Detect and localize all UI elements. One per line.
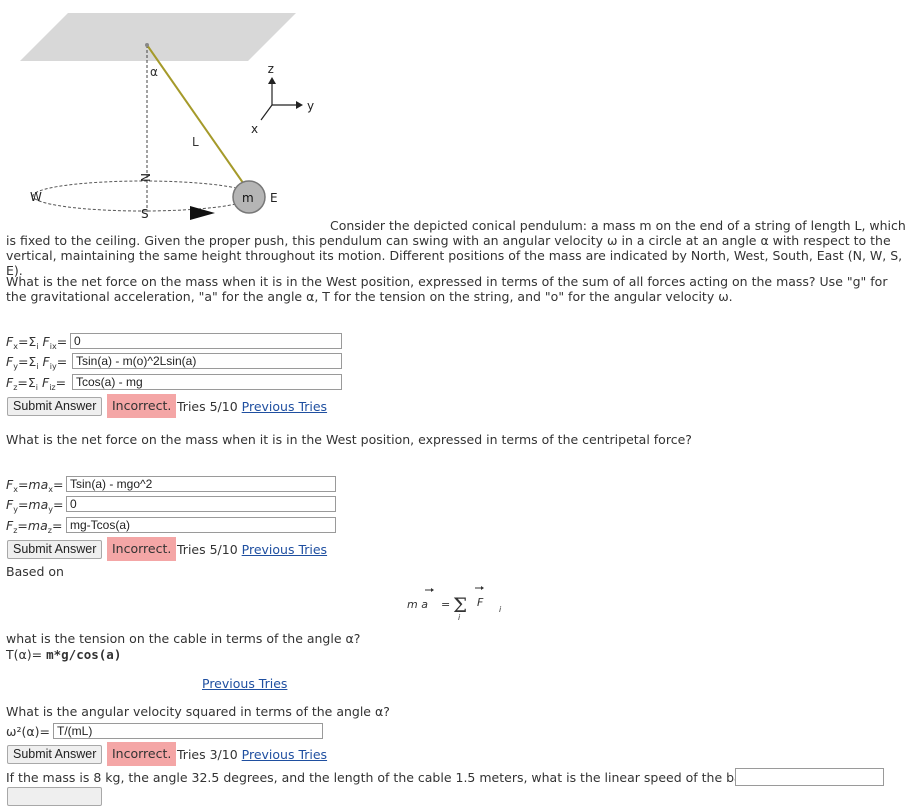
q4-omega-input[interactable]: T/(mL) bbox=[53, 723, 323, 739]
fz-sum-label: Fz=Σi Fiz= bbox=[6, 375, 67, 392]
fx-sum-label: Fx=Σi Fix= bbox=[6, 334, 68, 351]
q1-tries: Tries 5/10 Previous Tries bbox=[177, 399, 327, 414]
fy-ma-label: Fy=may= bbox=[6, 497, 64, 514]
q2-fx-input[interactable]: Tsin(a) - mgo^2 bbox=[66, 476, 336, 492]
q3-answer-line: T(α)= m*g/cos(a) bbox=[6, 647, 121, 662]
q1-submit-button[interactable]: Submit Answer bbox=[7, 397, 103, 416]
q4-submit-button[interactable]: Submit Answer bbox=[7, 745, 103, 764]
q4-prompt: What is the angular velocity squared in … bbox=[6, 704, 390, 719]
svg-text:m a: m a bbox=[407, 598, 428, 611]
svg-text:=: = bbox=[441, 598, 450, 611]
tension-label: T(α)= bbox=[6, 647, 43, 662]
q1-fx-input[interactable]: 0 bbox=[70, 333, 342, 349]
intro-paragraph: Consider the depicted conical pendulum: … bbox=[6, 218, 906, 278]
q1-fz-input[interactable]: Tcos(a) - mg bbox=[72, 374, 342, 390]
q2-fy-input[interactable]: 0 bbox=[66, 496, 336, 512]
q2-tries: Tries 5/10 Previous Tries bbox=[177, 542, 327, 557]
ceiling-plane bbox=[20, 13, 296, 61]
z-axis-arrow bbox=[268, 77, 276, 84]
q2-tries-count: Tries 5/10 bbox=[177, 542, 238, 557]
q1-previous-tries-link[interactable]: Previous Tries bbox=[242, 399, 327, 414]
z-axis-label: z bbox=[268, 63, 274, 77]
q1-incorrect-badge: Incorrect. bbox=[107, 394, 177, 418]
north-label: N bbox=[138, 173, 152, 182]
x-axis-line bbox=[260, 104, 273, 121]
q4-tries: Tries 3/10 Previous Tries bbox=[177, 747, 327, 762]
svg-text:i: i bbox=[499, 605, 502, 614]
pivot-point bbox=[145, 43, 149, 47]
q2-fz-input[interactable]: mg-Tcos(a) bbox=[66, 517, 336, 533]
fx-ma-label: Fx=max= bbox=[6, 477, 64, 494]
omega-squared-label: ω²(α)= bbox=[6, 724, 50, 739]
q4-tries-count: Tries 3/10 bbox=[177, 747, 238, 762]
x-axis-label: x bbox=[251, 122, 258, 136]
conical-pendulum-diagram: α L m z y x N S W E bbox=[20, 13, 314, 221]
q2-submit-button[interactable]: Submit Answer bbox=[7, 540, 103, 559]
east-label: E bbox=[270, 191, 278, 205]
q1-fy-input[interactable]: Tsin(a) - m(o)^2Lsin(a) bbox=[72, 353, 342, 369]
q3-prompt: what is the tension on the cable in term… bbox=[6, 631, 361, 646]
based-on-text: Based on bbox=[6, 564, 64, 579]
q1-tries-count: Tries 5/10 bbox=[177, 399, 238, 414]
pendulum-string bbox=[146, 44, 249, 191]
q2-incorrect-badge: Incorrect. bbox=[107, 537, 177, 561]
q4-previous-tries-link[interactable]: Previous Tries bbox=[242, 747, 327, 762]
q5-submit-button-partial[interactable] bbox=[7, 787, 102, 806]
q2-previous-tries-link[interactable]: Previous Tries bbox=[242, 542, 327, 557]
y-axis-arrow bbox=[296, 101, 303, 109]
q3-answer: m*g/cos(a) bbox=[46, 647, 122, 662]
length-label: L bbox=[192, 135, 199, 149]
q2-prompt: What is the net force on the mass when i… bbox=[6, 432, 692, 447]
fy-sum-label: Fy=Σi Fiy= bbox=[6, 354, 68, 371]
y-axis-label: y bbox=[307, 99, 314, 113]
newton-second-law-equation: m a = Σ i F i bbox=[407, 586, 502, 622]
west-label: W bbox=[30, 190, 42, 204]
mass-label: m bbox=[242, 191, 254, 205]
q5-prompt: If the mass is 8 kg, the angle 32.5 degr… bbox=[6, 770, 756, 785]
q1-prompt: What is the net force on the mass when i… bbox=[6, 274, 888, 304]
q3-previous-tries-link[interactable]: Previous Tries bbox=[202, 676, 287, 691]
fz-ma-label: Fz=maz= bbox=[6, 518, 63, 535]
q5-speed-input[interactable] bbox=[735, 768, 884, 786]
q4-incorrect-badge: Incorrect. bbox=[107, 742, 177, 766]
svg-text:F: F bbox=[477, 596, 484, 609]
alpha-label: α bbox=[150, 65, 158, 79]
